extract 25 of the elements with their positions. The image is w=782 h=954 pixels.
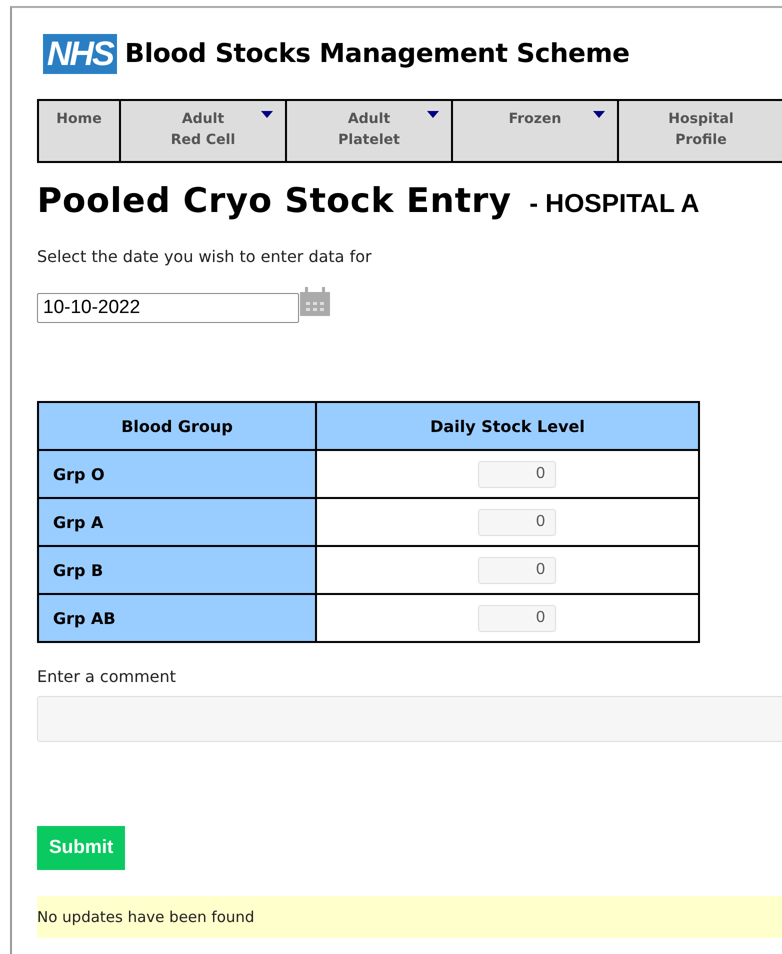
stock-level-field[interactable]: 0: [478, 508, 556, 536]
stock-level-field[interactable]: 0: [478, 604, 556, 632]
nav-tab[interactable]: Adult Red Cell: [121, 101, 287, 161]
comment-field[interactable]: [37, 696, 782, 742]
nav-tab[interactable]: Frozen: [453, 101, 619, 161]
stock-level-field[interactable]: 0: [478, 556, 556, 584]
nav-tab[interactable]: Adult Platelet: [287, 101, 453, 161]
hospital-name: - HOSPITAL A: [529, 188, 700, 219]
date-prompt: Select the date you wish to enter data for: [37, 247, 373, 266]
group-cell: Grp A: [38, 498, 316, 546]
status-message: No updates have been found: [37, 896, 782, 938]
date-field[interactable]: 10-10-2022: [37, 293, 299, 323]
group-cell: Grp AB: [38, 594, 316, 642]
group-cell: Grp B: [38, 546, 316, 594]
page-title: Pooled Cryo Stock Entry: [37, 180, 512, 223]
nhs-logo: NHS: [43, 34, 117, 74]
nav-tab[interactable]: Home: [39, 101, 121, 161]
group-cell: Grp O: [38, 450, 316, 498]
nav-tab[interactable]: Hospital Profile: [619, 101, 782, 161]
column-header: Daily Stock Level: [316, 402, 699, 450]
calendar-icon[interactable]: [300, 286, 330, 316]
stock-level-field[interactable]: 0: [478, 460, 556, 488]
site-title: Blood Stocks Management Scheme: [124, 39, 630, 69]
comment-label: Enter a comment: [37, 667, 177, 686]
column-header: Blood Group: [38, 402, 316, 450]
